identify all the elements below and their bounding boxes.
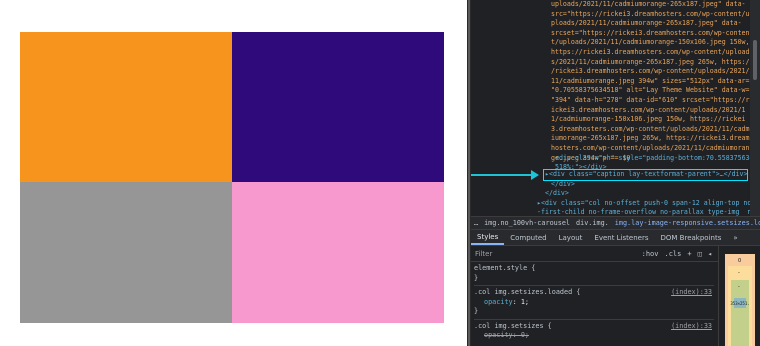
code-line[interactable]: https://rickei3.dreamhosters.com/wp-cont… [551, 48, 750, 58]
caption-div-line[interactable]: ▸<div class="caption lay-textformat-pare… [545, 170, 747, 180]
elements-tree: uploads/2021/11/cadmiumorange-265x187.jp… [471, 0, 750, 216]
col-div-line-2[interactable]: -first-child no-frame-overflow no-parall… [537, 208, 750, 216]
breadcrumb-item-div-img[interactable]: div.img. [576, 219, 609, 227]
annotation-arrow-line [471, 174, 536, 176]
rule-2-close: } [474, 307, 479, 315]
cls-toggle[interactable]: .cls [664, 250, 681, 258]
rule-3-header: .col img.setsizes { (index):33 [474, 322, 718, 332]
code-line[interactable]: uploads/2021/11/cadmiumorange-265x187.jp… [551, 0, 749, 10]
rule-divider-2 [474, 318, 714, 320]
hov-toggle[interactable]: :hov [642, 250, 659, 258]
code-line[interactable]: 1/cadmiumorange-150x106.jpeg 150w, https… [551, 115, 749, 125]
tab-event-listeners[interactable]: Event Listeners [588, 230, 654, 245]
rule-2-prop: opacity [484, 297, 513, 306]
rule-3-source-link[interactable]: (index):33 [671, 322, 712, 332]
rule-3-prop-value: opacity: 0; [484, 331, 530, 339]
subpanel-tabs: Styles Computed Layout Event Listeners D… [471, 230, 760, 246]
box-model-margin-value: 0 [738, 258, 742, 264]
tab-computed[interactable]: Computed [504, 230, 552, 245]
close-div-text-2: </div> [545, 189, 569, 197]
breadcrumb: … img.no_100vh-carousel div.img. img.lay… [471, 216, 760, 230]
styles-toolbar: :hov .cls + ◫ ◂ [642, 250, 718, 258]
swatch-indigo[interactable] [232, 32, 444, 182]
box-model-padding-value: - [738, 284, 740, 290]
tab-styles[interactable]: Styles [471, 230, 505, 245]
rule-element-style-selector: element.style { [474, 264, 536, 272]
swatch-pink[interactable] [232, 182, 444, 323]
code-block: uploads/2021/11/cadmiumorange-265x187.jp… [551, 0, 750, 163]
rule-element-style-close: } [474, 273, 479, 282]
swatch-orange[interactable] [20, 32, 232, 182]
box-model-border-value: - [738, 270, 740, 276]
rule-divider [474, 285, 714, 286]
devtools-panel: uploads/2021/11/cadmiumorange-265x187.jp… [471, 0, 760, 346]
computed-sidebar-icon[interactable]: ◫ [698, 250, 702, 258]
box-model-diagram: 0 - - 353×251. [718, 246, 760, 346]
annotation-arrow-head [531, 170, 539, 180]
code-line[interactable]: src="https://rickei3.dreamhosters.com/wp… [551, 10, 750, 20]
breadcrumb-item-carousel[interactable]: img.no_100vh-carousel [484, 219, 570, 227]
code-line[interactable]: ickei3.dreamhosters.com/wp-content/uploa… [551, 106, 749, 116]
box-model-content: 353×251. [730, 298, 750, 308]
splitter-grip[interactable] [468, 0, 470, 346]
close-div-text-1: </div> [551, 180, 575, 188]
styles-pane: Filter :hov .cls + ◫ ◂ element.style { }… [471, 246, 718, 346]
tabs-overflow-button[interactable]: » [727, 230, 743, 245]
code-line[interactable]: 11/cadmiumorange.jpeg 394w" sizes="512px… [551, 77, 750, 87]
ph-div-text-1: <div class="ph" style="padding-bottom:70… [555, 154, 750, 162]
col-div-text-2: -first-child no-frame-overflow no-parall… [537, 208, 750, 216]
code-line[interactable]: "0.70558375634518" alt="Lay Theme Websit… [551, 86, 750, 96]
close-div-2[interactable]: </div> [545, 189, 569, 199]
code-line[interactable]: s/2021/11/cadmiumorange-265x187.jpeg 265… [551, 58, 750, 68]
code-line[interactable]: ploads/2021/11/cadmiumorange-265x187.jpe… [551, 19, 749, 29]
breadcrumb-ellipsis[interactable]: … [474, 219, 478, 227]
styles-filter-input[interactable]: Filter [471, 250, 642, 258]
elements-scrollbar-thumb[interactable] [753, 40, 757, 80]
elements-scrollbar[interactable] [750, 0, 760, 216]
code-line[interactable]: "394" data-h="278" data-id="610" srcset=… [551, 96, 750, 106]
code-line[interactable]: iumorange-265x187.jpeg 265w, https://ric… [551, 134, 750, 144]
swatch-gray[interactable] [20, 182, 232, 323]
box-model-padding [731, 280, 749, 346]
code-line[interactable]: /rickei3.dreamhosters.com/wp-content/upl… [551, 67, 750, 77]
code-line[interactable]: t/uploads/2021/11/cadmiumorange-150x106.… [551, 38, 750, 48]
style-rules: element.style { } .col img.setsizes.load… [471, 264, 718, 341]
breadcrumb-item-img[interactable]: img.lay-image-responsive.setsizes.loaded [615, 219, 760, 227]
toggle-sidebar-icon[interactable]: ◂ [708, 250, 712, 258]
rule-3-declaration[interactable]: opacity: 0; [474, 331, 718, 341]
code-line[interactable]: hosters.com/wp-content/uploads/2021/11/c… [551, 144, 750, 154]
image-grid [20, 32, 444, 323]
col-div-text-1: ▸<div class="col no-offset push-0 span-1… [537, 199, 750, 207]
rule-2-selector: .col img.setsizes.loaded { [474, 288, 581, 296]
page-viewport [0, 0, 467, 346]
styles-filter-row: Filter :hov .cls + ◫ ◂ [471, 246, 718, 262]
rule-2-declaration[interactable]: opacity: 1; [474, 298, 718, 308]
new-rule-button[interactable]: + [687, 250, 691, 258]
rule-3-selector: .col img.setsizes { [474, 321, 552, 330]
tab-dom-breakpoints[interactable]: DOM Breakpoints [655, 230, 728, 245]
code-line[interactable]: 3.dreamhosters.com/wp-content/uploads/20… [551, 125, 750, 135]
tab-layout[interactable]: Layout [553, 230, 589, 245]
rule-2-value: 1; [520, 297, 530, 306]
caption-div-text: ▸<div class="caption lay-textformat-pare… [545, 170, 748, 178]
code-line[interactable]: srcset="https://rickei3.dreamhosters.com… [551, 29, 750, 39]
rule-2-header: .col img.setsizes.loaded { (index):33 [474, 288, 718, 298]
rule-2-source-link[interactable]: (index):33 [671, 288, 712, 298]
